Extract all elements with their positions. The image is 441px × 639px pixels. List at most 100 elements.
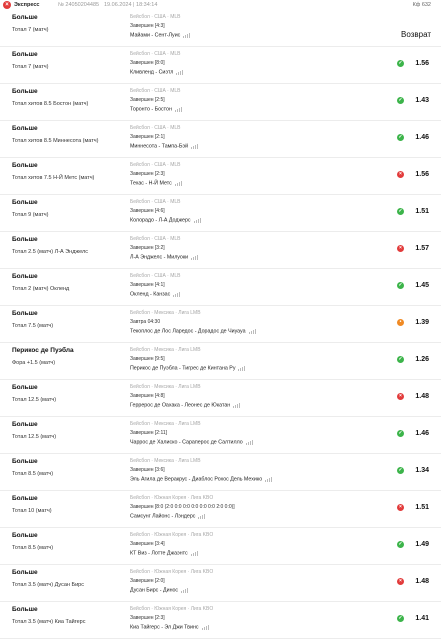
event-status: Завершен [4:3] — [130, 23, 165, 29]
match-name[interactable]: Майами - Сент-Луис — [130, 32, 191, 38]
stats-bars-icon[interactable] — [183, 32, 191, 38]
stats-bars-icon[interactable] — [174, 180, 183, 186]
stats-bars-icon[interactable] — [174, 106, 183, 112]
bet-description: Тотал хитов 7.5 Н-Й Метс (матч) — [12, 175, 95, 181]
event-status: Завершен [4:6] — [130, 208, 165, 214]
stats-bars-icon[interactable] — [233, 402, 241, 408]
bet-row[interactable]: Больше Тотал 12.5 (матч) Бейсбол · Мексика… — [0, 417, 441, 454]
bet-type: Больше — [12, 384, 38, 391]
match-teams: Л-А Энджелс - Милуоки — [130, 254, 189, 261]
stats-bars-icon[interactable] — [265, 476, 273, 482]
bet-row[interactable]: Больше Тотал 3.5 (матч) Киа Тайгерс Бейсбо… — [0, 602, 441, 639]
event-status: Завершен [4:1] — [130, 282, 165, 288]
odd-value: 1.51 — [415, 504, 429, 511]
bet-datetime: 19.06.2024 | 18:34:14 — [104, 2, 158, 8]
event-breadcrumb[interactable]: Бейсбол · США · MLB — [130, 273, 181, 279]
event-breadcrumb[interactable]: Бейсбол · США · MLB — [130, 162, 181, 168]
stats-bars-icon[interactable] — [198, 513, 206, 519]
bet-row[interactable]: Больше Тотал 12.5 (матч) Бейсбол · Мексика… — [0, 380, 441, 417]
stats-bars-icon[interactable] — [191, 143, 199, 149]
stats-bars-icon[interactable] — [245, 439, 254, 445]
odd-value: 1.57 — [415, 245, 429, 252]
event-breadcrumb[interactable]: Бейсбол · США · MLB — [130, 236, 181, 242]
event-breadcrumb[interactable]: Бейсбол · Южная Корея · Лига KBO — [130, 569, 213, 575]
match-name[interactable]: Дусан Бирс - Динос — [130, 587, 189, 593]
event-breadcrumb[interactable]: Бейсбол · Мексика · Лига LMB — [130, 421, 201, 427]
event-breadcrumb[interactable]: Бейсбол · Мексика · Лига LMB — [130, 384, 201, 390]
event-breadcrumb[interactable]: Бейсбол · США · MLB — [130, 199, 181, 205]
event-breadcrumb[interactable]: Бейсбол · США · MLB — [130, 14, 181, 20]
match-teams: Торонто - Бостон — [130, 106, 172, 113]
bet-row[interactable]: Больше Тотал 7 (матч) Бейсбол · США · MLB З… — [0, 10, 441, 47]
match-teams: Техас - Н-Й Метс — [130, 180, 172, 187]
stats-bars-icon[interactable] — [193, 217, 202, 223]
bet-row[interactable]: Больше Тотал 7 (матч) Бейсбол · США · MLB З… — [0, 47, 441, 84]
stats-bars-icon[interactable] — [238, 365, 246, 371]
bet-description: Тотал 7 (матч) — [12, 64, 49, 70]
bet-description: Тотал 8.5 (матч) — [12, 545, 54, 551]
bet-row[interactable]: Больше Тотал хитов 7.5 Н-Й Метс (матч) Бей… — [0, 158, 441, 195]
bet-row[interactable]: Больше Тотал 2 (матч) Окленд Бейсбол · США… — [0, 269, 441, 306]
bet-row[interactable]: Больше Тотал 3.5 (матч) Дусан Бирс Бейсбол… — [0, 565, 441, 602]
event-breadcrumb[interactable]: Бейсбол · Южная Корея · Лига KBO — [130, 606, 213, 612]
event-breadcrumb[interactable]: Бейсбол · Мексика · Лига LMB — [130, 347, 201, 353]
match-name[interactable]: Текоплос де Лос Ларедос - Дорадос де Чиу… — [130, 328, 257, 334]
bet-row[interactable]: Больше Тотал 2.5 (матч) Л-А Энджелс Бейсбо… — [0, 232, 441, 269]
event-status: Завершен [8:0] — [130, 60, 165, 66]
event-breadcrumb[interactable]: Бейсбол · Мексика · Лига LMB — [130, 458, 201, 464]
stats-bars-icon[interactable] — [201, 624, 210, 630]
match-name[interactable]: Кливленд - Сиэтл — [130, 69, 184, 75]
match-name[interactable]: Торонто - Бостон — [130, 106, 183, 112]
match-name[interactable]: Перикос де Пуэбла - Тигрес де Кинтана Ру — [130, 365, 246, 371]
match-name[interactable]: Колорадо - Л-А Доджерс — [130, 217, 202, 223]
bet-type: Больше — [12, 421, 38, 428]
match-name[interactable]: Эль Агила де Веракрус - Диаблос Рохос Де… — [130, 476, 273, 482]
bet-row[interactable]: Больше Тотал хитов 8.5 Миннесота (матч) Бе… — [0, 121, 441, 158]
refund-label: Возврат — [401, 30, 431, 39]
stats-bars-icon[interactable] — [191, 254, 199, 260]
stats-bars-icon[interactable] — [190, 550, 199, 556]
odd-value: 1.51 — [415, 208, 429, 215]
bet-row[interactable]: Больше Тотал 8.5 (матч) Бейсбол · Южная Ко… — [0, 528, 441, 565]
event-breadcrumb[interactable]: Бейсбол · Мексика · Лига LMB — [130, 310, 201, 316]
event-breadcrumb[interactable]: Бейсбол · США · MLB — [130, 125, 181, 131]
bet-row[interactable]: Больше Тотал хитов 8.5 Бостон (матч) Бейсб… — [0, 84, 441, 121]
bet-row[interactable]: Больше Тотал 9 (матч) Бейсбол · США · MLB З… — [0, 195, 441, 232]
event-breadcrumb[interactable]: Бейсбол · Южная Корея · Лига KBO — [130, 495, 213, 501]
match-name[interactable]: Л-А Энджелс - Милуоки — [130, 254, 199, 260]
stats-bars-icon[interactable] — [181, 587, 189, 593]
match-name[interactable]: Киа Тайгерс - Эл Джи Твинс — [130, 624, 210, 630]
match-teams: Чаррос де Халиско - Сараперос де Салтилл… — [130, 439, 243, 446]
match-name[interactable]: КТ Виз - Лотте Джаэнтс — [130, 550, 199, 556]
match-name[interactable]: Миннесота - Тампа-Бэй — [130, 143, 199, 149]
match-name[interactable]: Техас - Н-Й Метс — [130, 180, 183, 186]
lost-icon: × — [397, 245, 404, 252]
bet-type: Больше — [12, 273, 38, 280]
bet-row[interactable]: Больше Тотал 8.5 (матч) Бейсбол · Мексика … — [0, 454, 441, 491]
bet-type: Больше — [12, 310, 38, 317]
event-breadcrumb[interactable]: Бейсбол · США · MLB — [130, 51, 181, 57]
match-teams: Дусан Бирс - Динос — [130, 587, 179, 594]
event-breadcrumb[interactable]: Бейсбол · США · MLB — [130, 88, 181, 94]
event-status: Завершен [9:5] — [130, 356, 165, 362]
bet-kind-label: Экспресс — [14, 2, 40, 8]
match-name[interactable]: Самсунг Лайонс - Лэндерс — [130, 513, 206, 519]
odd-value: 1.43 — [415, 97, 429, 104]
bet-description: Тотал хитов 8.5 Миннесота (матч) — [12, 138, 99, 144]
lost-icon: × — [397, 504, 404, 511]
match-teams: Колорадо - Л-А Доджерс — [130, 217, 191, 224]
event-status: Завершен [3:4] — [130, 541, 165, 547]
odd-value: 1.34 — [415, 467, 429, 474]
event-breadcrumb[interactable]: Бейсбол · Южная Корея · Лига KBO — [130, 532, 213, 538]
bet-row[interactable]: Больше Тотал 7.5 (матч) Бейсбол · Мексика … — [0, 306, 441, 343]
match-name[interactable]: Чаррос де Халиско - Сараперос де Салтилл… — [130, 439, 254, 445]
bet-row[interactable]: Больше Тотал 10 (матч) Бейсбол · Южная Кор… — [0, 491, 441, 528]
bet-row[interactable]: Перикос де Пуэбла Фора +1.5 (матч) Бейсбол… — [0, 343, 441, 380]
stats-bars-icon[interactable] — [173, 291, 181, 297]
match-name[interactable]: Геррерос де Оахака - Леонес де Юкатан — [130, 402, 241, 408]
stats-bars-icon[interactable] — [248, 328, 257, 334]
bet-description: Тотал 12.5 (матч) — [12, 434, 57, 440]
bet-description: Тотал 2 (матч) Окленд — [12, 286, 70, 292]
match-name[interactable]: Окленд - Канзас — [130, 291, 181, 297]
stats-bars-icon[interactable] — [176, 69, 184, 75]
